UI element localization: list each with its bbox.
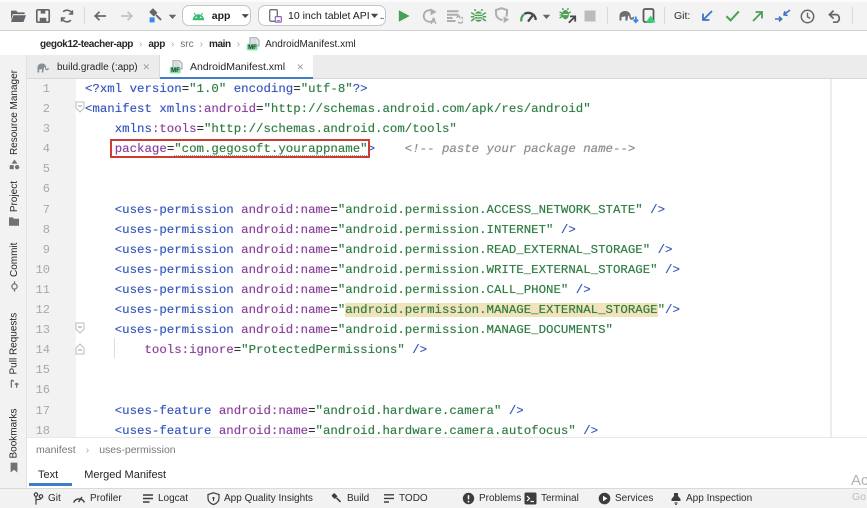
svg-text:MF: MF <box>171 68 180 74</box>
svg-text:A: A <box>430 16 437 24</box>
svg-text:MF: MF <box>248 45 257 51</box>
